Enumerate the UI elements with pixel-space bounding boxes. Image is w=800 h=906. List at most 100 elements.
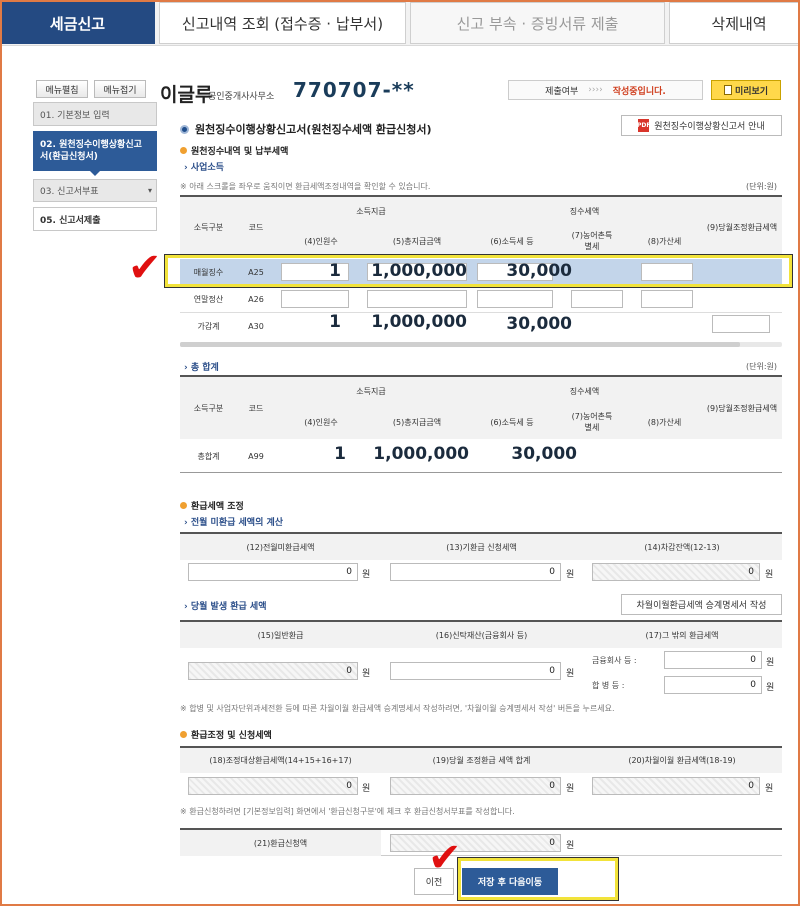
header-penalty: (8)가산세 <box>627 405 702 439</box>
won-unit: 원 <box>765 570 774 580</box>
subsection-text: 총 합계 <box>190 363 219 373</box>
header-other-refund: (17)그 밖의 환급세액 <box>582 622 782 648</box>
zero-value: 0 <box>549 567 555 577</box>
zero-value: 0 <box>346 567 352 577</box>
tax-value: 30,000 <box>506 314 572 334</box>
step-withholding-report[interactable]: 02. 원천징수이행상황신고서(환급신청서) <box>33 131 157 171</box>
check-mark-icon: ✔ <box>128 245 162 291</box>
step-label: 05. 신고서제출 <box>40 215 101 226</box>
step-attached-schedules[interactable]: 03. 신고서부표 ▾ <box>33 179 157 202</box>
zero-value: 0 <box>549 666 555 676</box>
preview-label: 미리보기 <box>734 86 769 97</box>
tab-tax-filing[interactable]: 세금신고 <box>0 2 155 44</box>
form-title: 원천징수이행상황신고서(원천징수세액 환급신청서) <box>180 121 432 137</box>
amount-value: 1,000,000 <box>371 312 467 332</box>
rural-tax-input[interactable] <box>571 290 623 308</box>
highlight-box-button <box>457 857 619 901</box>
status-label: 제출여부 <box>545 86 579 97</box>
unit-label: (단위:원) <box>746 182 778 191</box>
won-unit: 원 <box>362 570 371 580</box>
won-unit: 원 <box>362 784 371 794</box>
won-unit: 원 <box>765 784 774 794</box>
chevron-down-icon: ▾ <box>147 186 152 195</box>
header-tax-collected: 징수세액 <box>467 377 702 405</box>
monthly-refund-input[interactable] <box>712 315 770 333</box>
amount-input[interactable] <box>367 290 467 308</box>
subsection-text: 사업소득 <box>190 163 224 173</box>
scrollbar-thumb[interactable] <box>180 342 740 347</box>
row-type: 가감계 <box>197 321 220 331</box>
preview-button[interactable]: 미리보기 <box>711 80 781 100</box>
header-adjustable-refund: (18)조정대상환급세액(14+15+16+17) <box>180 748 381 773</box>
count-value: 1 <box>334 444 346 464</box>
step-basic-info[interactable]: 01. 기본정보 입력 <box>33 102 157 126</box>
header-income-paid: 소득지급 <box>275 377 467 405</box>
bullet-icon <box>180 731 187 738</box>
header-income-tax: (6)소득세 등 <box>467 405 557 439</box>
won-unit: 원 <box>362 669 371 679</box>
menu-collapse-button[interactable]: 메뉴접기 <box>94 80 146 98</box>
header-income-tax: (6)소득세 등 <box>467 225 557 257</box>
subsection-prev-refund: › 전월 미환급 세액의 계산 <box>184 518 284 528</box>
header-penalty: (8)가산세 <box>627 225 702 257</box>
won-unit: 원 <box>766 683 775 693</box>
tax-value: 30,000 <box>511 444 577 464</box>
step-label: 01. 기본정보 입력 <box>40 110 110 121</box>
header-prev-unrefunded: (12)전월미환급세액 <box>180 534 381 560</box>
row-type: 총합계 <box>197 451 220 461</box>
pdf-icon: PDF <box>637 119 650 132</box>
header-income-type: 소득구분 <box>180 197 237 257</box>
status-arrows: ›››› <box>588 85 603 95</box>
document-icon <box>723 85 732 95</box>
current-refund-table: (15)일반환급 (16)신탁재산(금융회사 등) (17)그 밖의 환급세액 … <box>180 620 782 696</box>
subsection-text: 전월 미환급 세액의 계산 <box>190 518 284 528</box>
total-table: 소득구분 코드 소득지급 징수세액 (9)당월조정환급세액 (4)인원수 (5)… <box>180 375 782 471</box>
won-unit: 원 <box>566 784 575 794</box>
form-title-text: 원천징수이행상황신고서(원천징수세액 환급신청서) <box>195 123 432 136</box>
tax-input[interactable] <box>477 290 553 308</box>
row-code: A99 <box>248 451 264 461</box>
header-general-refund: (15)일반환급 <box>180 622 381 648</box>
header-monthly-adjust-total: (19)당월 조정환급 세액 합계 <box>381 748 582 773</box>
step-pointer <box>90 171 100 176</box>
zero-value: 0 <box>549 838 555 848</box>
zero-value: 0 <box>346 666 352 676</box>
tab-filing-history[interactable]: 신고내역 조회 (접수증 · 납부서) <box>159 2 406 44</box>
prev-refund-table: (12)전월미환급세액 (13)기환급 신청세액 (14)차감잔액(12-13)… <box>180 532 782 588</box>
step-label: 02. 원천징수이행상황신고서(환급신청서) <box>40 140 142 162</box>
zero-value: 0 <box>748 567 754 577</box>
row-type: 연말정산 <box>193 294 224 304</box>
menu-expand-button[interactable]: 메뉴펼침 <box>36 80 88 98</box>
bullet-icon <box>180 147 187 154</box>
won-unit: 원 <box>566 841 575 851</box>
section-title-text: 환급세액 조정 <box>191 502 244 512</box>
guide-label: 원천징수이행상황신고서 안내 <box>654 122 765 132</box>
header-rural-tax: (7)농어촌특별세 <box>557 405 627 439</box>
unit-label: (단위:원) <box>746 362 778 371</box>
status-value: 작성중입니다. <box>612 86 666 97</box>
taxpayer-office: 공인중개사사무소 <box>208 92 275 102</box>
step-submit[interactable]: 05. 신고서제출 <box>33 207 157 231</box>
tab-deleted[interactable]: 삭제내역 <box>669 2 800 44</box>
header-code: 코드 <box>237 197 275 257</box>
subsection-current-refund: › 당월 발생 환급 세액 <box>184 602 267 612</box>
zero-value: 0 <box>750 655 756 665</box>
tab-attachments[interactable]: 신고 부속 · 증빙서류 제출 <box>410 2 665 44</box>
carryover-statement-button[interactable]: 차월이월환급세액 승계명세서 작성 <box>621 594 782 615</box>
header-tax-collected: 징수세액 <box>467 197 702 225</box>
count-value: 1 <box>329 312 341 332</box>
header-monthly-refund: (9)당월조정환급세액 <box>702 197 782 257</box>
step-label: 03. 신고서부표 <box>40 187 99 197</box>
header-code: 코드 <box>237 377 275 439</box>
header-total-amount: (5)총지급금액 <box>367 405 467 439</box>
guide-button[interactable]: PDF 원천징수이행상황신고서 안내 <box>621 115 782 136</box>
divider <box>180 472 782 473</box>
bullet-icon <box>180 124 189 134</box>
header-count: (4)인원수 <box>275 225 367 257</box>
header-income-type: 소득구분 <box>180 377 237 439</box>
count-input[interactable] <box>281 290 349 308</box>
bullet-icon <box>180 502 187 509</box>
header-monthly-refund: (9)당월조정환급세액 <box>702 377 782 439</box>
refund-request-table: (21)환급신청액 0 원 <box>180 828 782 856</box>
penalty-input[interactable] <box>641 290 693 308</box>
